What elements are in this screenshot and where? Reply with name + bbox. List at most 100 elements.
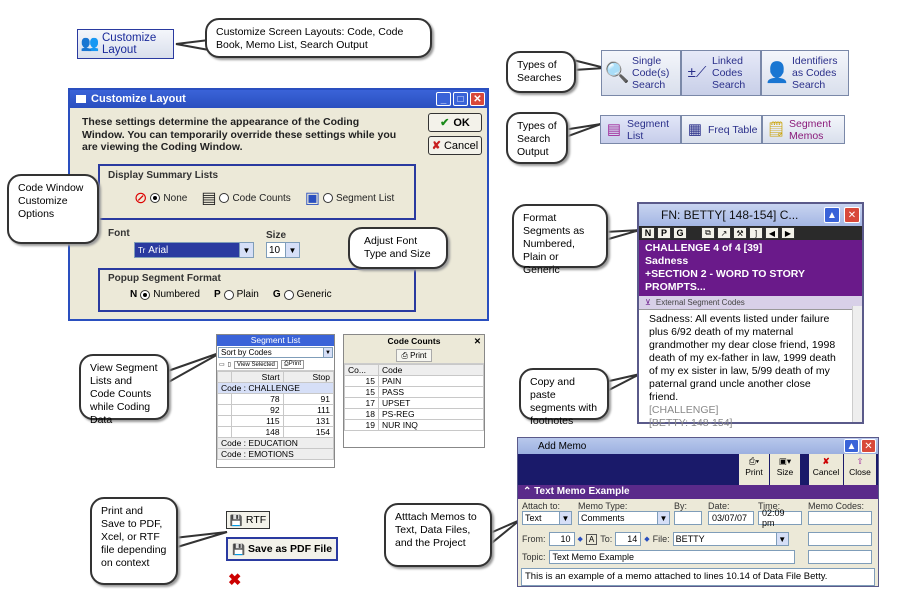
tools-icon[interactable]: ⚒: [733, 227, 747, 239]
radio-code-counts[interactable]: [219, 193, 230, 203]
table-row[interactable]: 18 PS-REG: [344, 408, 484, 420]
prev-arrow-icon[interactable]: ◀: [765, 227, 779, 239]
print-button[interactable]: ⎙ Print: [396, 349, 432, 362]
view-selected-button[interactable]: View Selected: [233, 360, 278, 369]
bracket-icon[interactable]: ]: [749, 227, 763, 239]
segment-list-button[interactable]: ▤ Segment List: [600, 115, 681, 144]
memo-body[interactable]: This is an example of a memo attached to…: [521, 568, 875, 586]
expand-icon[interactable]: ▯: [228, 361, 231, 368]
external-codes-bar[interactable]: ⊻ External Segment Codes: [639, 296, 862, 310]
close-icon[interactable]: ✕: [474, 335, 481, 347]
size-button[interactable]: ▣▾ Size: [770, 454, 800, 485]
stepper-icon[interactable]: ◆: [578, 535, 583, 543]
date-field[interactable]: 03/07/07: [708, 511, 754, 525]
maximize-button[interactable]: □: [453, 92, 468, 106]
pointer-icon[interactable]: ↗: [717, 227, 731, 239]
chevron-down-icon: ▼: [285, 243, 299, 257]
from-field[interactable]: 10: [548, 532, 575, 546]
collapse-icon[interactable]: ▭: [219, 361, 225, 368]
close-button[interactable]: ✕: [861, 439, 876, 453]
table-row[interactable]: 148 154: [216, 426, 335, 438]
customize-layout-button[interactable]: 👥 Customize Layout: [77, 29, 174, 59]
topic-field[interactable]: Text Memo Example: [548, 550, 795, 564]
linked-codes-search-button[interactable]: ±⟋ Linked Codes Search: [681, 50, 761, 96]
segment-header: CHALLENGE 4 of 4 [39] Sadness +SECTION 2…: [639, 240, 862, 296]
collapse-button[interactable]: ▲: [844, 439, 859, 453]
chevron-down-icon: ▼: [775, 533, 788, 545]
output-toolbar: ▤ Segment List ▦ Freq Table 🗒 Segment Memos: [600, 115, 845, 145]
to-field[interactable]: 14: [615, 532, 642, 546]
cancel-button[interactable]: ✘ Cancel: [428, 136, 482, 155]
printer-icon: ⎙: [401, 351, 411, 360]
table-row[interactable]: 15 PASS: [344, 386, 484, 398]
memo-type-select[interactable]: Comments ▼: [578, 511, 670, 525]
print-button[interactable]: ⎙Print: [280, 360, 305, 369]
code-counts-table: Co... Code 15 PAIN 15 PASS 17 UPSET 18 PS-REG…: [344, 364, 484, 431]
next-arrow-icon[interactable]: ▶: [781, 227, 795, 239]
chevron-down-icon: ▼: [559, 512, 571, 524]
group-education[interactable]: Code : EDUCATION: [217, 437, 334, 449]
size-select[interactable]: 10 ▼: [266, 242, 300, 258]
print-button[interactable]: ⎙▾ Print: [739, 454, 769, 485]
sort-select[interactable]: Sort by Codes ▼: [218, 347, 333, 358]
floppy-icon: 💾: [231, 543, 246, 556]
freq-table-button[interactable]: ▦ Freq Table: [681, 115, 762, 144]
identifiers-search-button[interactable]: 👤 Identifiers as Codes Search: [761, 50, 849, 96]
code-counts-title: Code Counts: [387, 336, 441, 346]
table-row[interactable]: 15 PAIN: [344, 375, 484, 387]
coding-titlebar: FN: BETTY[ 148-154] C... ▲ ✕: [639, 204, 862, 226]
check-icon: ✔: [440, 117, 450, 129]
callout-copy: Copy and paste segments with footnotes: [519, 368, 609, 427]
x-icon: ✘: [431, 140, 441, 152]
excel-icon[interactable]: ✖: [228, 570, 241, 590]
customize-layout-dialog: Customize Layout _ □ ✕ These settings de…: [68, 88, 489, 321]
segment-memos-button[interactable]: 🗒 Segment Memos: [762, 115, 845, 144]
radio-numbered[interactable]: [140, 289, 151, 300]
radio-plain[interactable]: [223, 289, 234, 300]
table-row[interactable]: 19 NUR INQ: [344, 419, 484, 431]
table-row[interactable]: 17 UPSET: [344, 397, 484, 409]
plain-button[interactable]: P: [657, 227, 671, 239]
collapse-button[interactable]: ▲: [824, 207, 840, 223]
group-emotions[interactable]: Code : EMOTIONS: [217, 448, 334, 460]
rtf-button[interactable]: 💾 RTF: [226, 511, 270, 529]
generic-button[interactable]: G: [673, 227, 687, 239]
table-row[interactable]: 115 131: [216, 415, 335, 427]
size-label: Size: [266, 230, 287, 241]
memo-toolbar: ⎙▾ Print ▣▾ Size ✘ Cancel ⇧ Close: [518, 454, 878, 485]
close-button[interactable]: ✕: [470, 92, 485, 106]
dialog-titlebar: Customize Layout _ □ ✕: [70, 90, 487, 108]
memo-codes-field[interactable]: [808, 511, 872, 525]
radio-none[interactable]: [150, 193, 161, 203]
single-code-search-button[interactable]: 🔍 Single Code(s) Search: [601, 50, 681, 96]
time-field[interactable]: 02:09 pm: [758, 508, 802, 528]
group-challenge[interactable]: Code : CHALLENGE: [217, 382, 334, 394]
radio-segment-list[interactable]: [322, 193, 333, 203]
memo-codes-field-3[interactable]: [808, 550, 872, 564]
memo-codes-field-2[interactable]: [808, 532, 872, 546]
by-field[interactable]: [674, 511, 702, 525]
radio-generic[interactable]: [283, 289, 294, 300]
stepper-icon[interactable]: ◆: [644, 535, 649, 543]
ok-button[interactable]: ✔ OK: [428, 113, 482, 132]
file-select[interactable]: BETTY ▼: [672, 532, 789, 546]
a-icon[interactable]: A: [585, 533, 598, 545]
close-memo-button[interactable]: ⇧ Close: [844, 454, 876, 485]
table-row[interactable]: 92 111: [216, 404, 335, 416]
code-counts-icon: ▤: [201, 190, 217, 207]
minimize-button[interactable]: _: [436, 92, 451, 106]
chevron-down-icon: ⊻: [645, 298, 651, 307]
table-row[interactable]: 78 91: [216, 393, 335, 405]
close-button[interactable]: ✕: [844, 207, 860, 223]
popup-format-label: Popup Segment Format: [108, 273, 221, 284]
linked-codes-icon: ±⟋: [687, 64, 707, 81]
font-select[interactable]: Tr Arial ▼: [134, 242, 254, 258]
copy-icon[interactable]: ⧉: [701, 227, 715, 239]
attach-to-select[interactable]: Text ▼: [522, 511, 572, 525]
cancel-button[interactable]: ✘ Cancel: [809, 454, 843, 485]
scrollbar[interactable]: [852, 306, 862, 422]
callout-format: Format Segments as Numbered, Plain or Ge…: [512, 204, 608, 276]
up-arrow-icon: ⇧: [856, 456, 864, 466]
numbered-button[interactable]: N: [641, 227, 655, 239]
save-pdf-button[interactable]: 💾 Save as PDF File: [226, 537, 338, 561]
